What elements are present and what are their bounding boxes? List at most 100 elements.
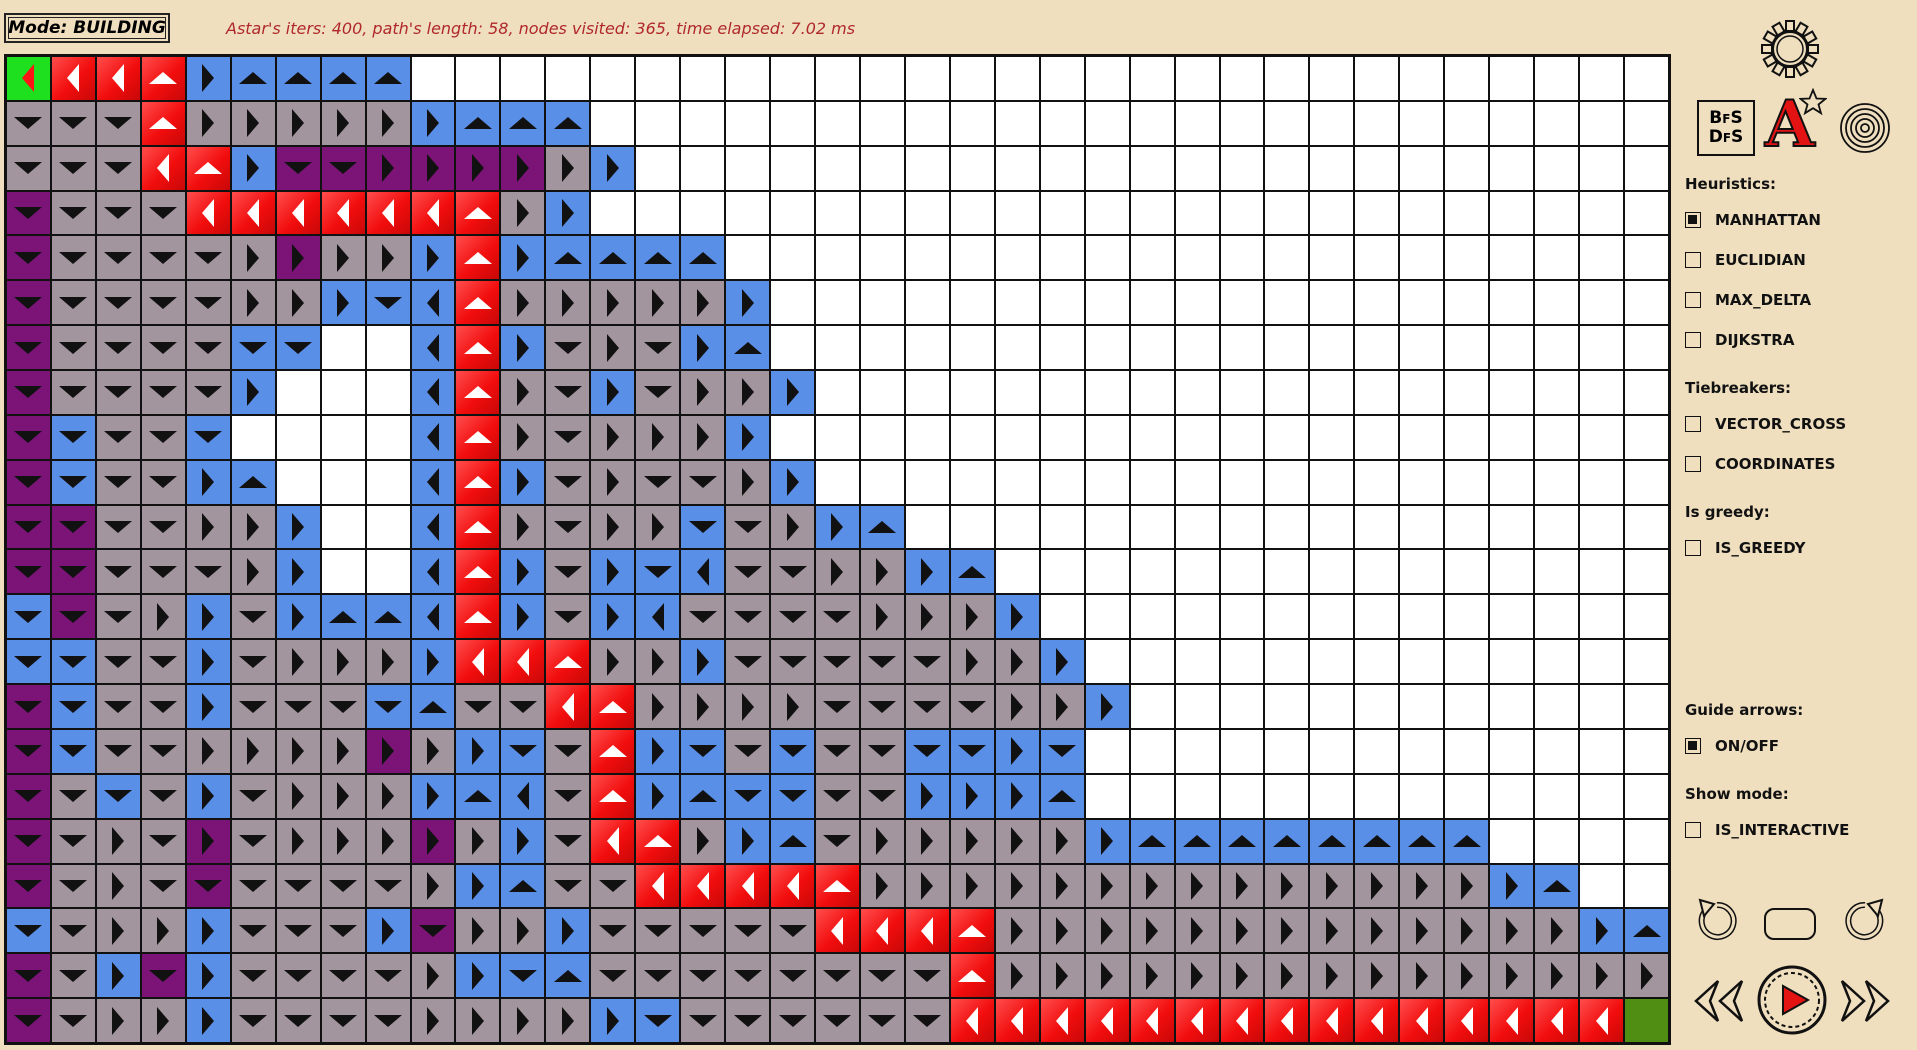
grid-cell-empty[interactable] bbox=[1084, 325, 1130, 371]
grid-cell-empty[interactable] bbox=[1444, 728, 1490, 774]
grid-cell-empty[interactable] bbox=[1219, 728, 1265, 774]
grid-cell-path[interactable] bbox=[455, 549, 501, 595]
grid-cell-frontier[interactable] bbox=[185, 998, 231, 1043]
grid-cell-visited[interactable] bbox=[1579, 953, 1625, 999]
checkbox-manhattan[interactable] bbox=[1685, 212, 1701, 228]
grid-cell-visited[interactable] bbox=[230, 998, 276, 1043]
grid-cell-empty[interactable] bbox=[1534, 728, 1580, 774]
grid-cell-path[interactable] bbox=[140, 56, 186, 101]
grid-cell-empty[interactable] bbox=[1129, 728, 1175, 774]
grid-cell-empty[interactable] bbox=[1579, 684, 1625, 729]
grid-cell-empty[interactable] bbox=[1174, 145, 1220, 191]
grid-cell-visited[interactable] bbox=[1534, 953, 1580, 999]
grid-cell-visited[interactable] bbox=[859, 773, 905, 819]
grid-cell-empty[interactable] bbox=[949, 504, 995, 550]
grid-cell-visited[interactable] bbox=[680, 594, 726, 640]
grid-cell-end[interactable] bbox=[1624, 998, 1669, 1043]
grid-cell-path[interactable] bbox=[230, 190, 276, 236]
grid-cell-visited[interactable] bbox=[770, 549, 816, 595]
grid-cell-empty[interactable] bbox=[1084, 594, 1130, 640]
grid-cell-visited[interactable] bbox=[904, 818, 950, 864]
grid-cell-empty[interactable] bbox=[1084, 370, 1130, 415]
grid-cell-empty[interactable] bbox=[1354, 684, 1400, 729]
wave-icon[interactable] bbox=[1839, 102, 1891, 154]
grid-cell-visited[interactable] bbox=[545, 370, 591, 415]
grid-cell-empty[interactable] bbox=[1219, 325, 1265, 371]
grid-cell-visited[interactable] bbox=[95, 145, 141, 191]
grid-cell-empty[interactable] bbox=[1399, 56, 1445, 101]
grid-cell-visited[interactable] bbox=[95, 504, 141, 550]
grid-cell-empty[interactable] bbox=[859, 325, 905, 371]
grid-cell-visited[interactable] bbox=[320, 639, 366, 685]
grid-cell-empty[interactable] bbox=[1084, 504, 1130, 550]
grid-cell-visited[interactable] bbox=[680, 818, 726, 864]
grid-cell-path[interactable] bbox=[590, 684, 636, 729]
grid-cell-path[interactable] bbox=[1039, 998, 1085, 1043]
grid-cell-empty[interactable] bbox=[1039, 414, 1085, 460]
grid-cell-empty[interactable] bbox=[1309, 504, 1355, 550]
grid-cell-frontier[interactable] bbox=[725, 325, 771, 371]
grid-cell-visited[interactable] bbox=[95, 818, 141, 864]
grid-cell-empty[interactable] bbox=[1489, 684, 1535, 729]
grid-cell-empty[interactable] bbox=[1084, 235, 1130, 281]
grid-cell-empty[interactable] bbox=[1309, 280, 1355, 326]
grid-cell-empty[interactable] bbox=[859, 56, 905, 101]
grid-cell-visited[interactable] bbox=[1039, 863, 1085, 909]
grid-cell-empty[interactable] bbox=[1039, 594, 1085, 640]
grid-cell-path[interactable] bbox=[1084, 998, 1130, 1043]
grid-cell-visited[interactable] bbox=[1399, 908, 1445, 954]
grid-cell-visited[interactable] bbox=[1084, 953, 1130, 999]
grid-cell-visited[interactable] bbox=[545, 728, 591, 774]
grid-cell-path[interactable] bbox=[635, 818, 681, 864]
grid-cell-visited[interactable] bbox=[50, 280, 96, 326]
grid-cell-visited[interactable] bbox=[275, 684, 321, 729]
heuristic-manhattan[interactable]: MANHATTAN bbox=[1685, 211, 1821, 229]
grid-cell-visited[interactable] bbox=[1489, 953, 1535, 999]
grid-cell-dark[interactable] bbox=[50, 594, 96, 640]
grid-cell-empty[interactable] bbox=[1399, 145, 1445, 191]
grid-cell-empty[interactable] bbox=[1624, 773, 1669, 819]
grid-cell-empty[interactable] bbox=[1354, 459, 1400, 505]
grid-cell-frontier[interactable] bbox=[859, 504, 905, 550]
grid-cell-visited[interactable] bbox=[365, 863, 411, 909]
grid-cell-empty[interactable] bbox=[1444, 370, 1490, 415]
grid-cell-frontier[interactable] bbox=[410, 549, 456, 595]
grid-cell-visited[interactable] bbox=[95, 863, 141, 909]
grid-cell-empty[interactable] bbox=[1219, 370, 1265, 415]
grid-cell-empty[interactable] bbox=[1579, 818, 1625, 864]
grid-cell-empty[interactable] bbox=[994, 459, 1040, 505]
grid-cell-visited[interactable] bbox=[994, 953, 1040, 999]
grid-cell-frontier[interactable] bbox=[455, 773, 501, 819]
grid-cell-visited[interactable] bbox=[725, 504, 771, 550]
grid-cell-frontier[interactable] bbox=[320, 594, 366, 640]
grid-cell-empty[interactable] bbox=[275, 414, 321, 460]
grid-cell-path[interactable] bbox=[95, 56, 141, 101]
grid-cell-visited[interactable] bbox=[545, 998, 591, 1043]
grid-cell-frontier[interactable] bbox=[185, 908, 231, 954]
grid-cell-empty[interactable] bbox=[1084, 414, 1130, 460]
grid-cell-empty[interactable] bbox=[1624, 549, 1669, 595]
option-is-interactive[interactable]: IS_INTERACTIVE bbox=[1685, 821, 1849, 839]
grid-cell-empty[interactable] bbox=[1444, 459, 1490, 505]
grid-cell-frontier[interactable] bbox=[680, 549, 726, 595]
grid-cell-empty[interactable] bbox=[230, 414, 276, 460]
grid-cell-path[interactable] bbox=[1129, 998, 1175, 1043]
grid-cell-empty[interactable] bbox=[1309, 639, 1355, 685]
grid-cell-frontier[interactable] bbox=[6, 639, 51, 685]
grid-cell-empty[interactable] bbox=[1129, 56, 1175, 101]
grid-cell-empty[interactable] bbox=[994, 56, 1040, 101]
grid-cell-visited[interactable] bbox=[455, 998, 501, 1043]
grid-cell-empty[interactable] bbox=[1399, 280, 1445, 326]
grid-cell-empty[interactable] bbox=[1129, 549, 1175, 595]
grid-cell-start[interactable] bbox=[6, 56, 51, 101]
grid-cell-visited[interactable] bbox=[770, 998, 816, 1043]
grid-cell-visited[interactable] bbox=[1219, 953, 1265, 999]
grid-cell-path[interactable] bbox=[275, 190, 321, 236]
grid-cell-visited[interactable] bbox=[725, 639, 771, 685]
grid-cell-frontier[interactable] bbox=[275, 56, 321, 101]
grid-cell-empty[interactable] bbox=[365, 370, 411, 415]
grid-cell-empty[interactable] bbox=[365, 549, 411, 595]
grid-cell-visited[interactable] bbox=[140, 280, 186, 326]
grid-cell-frontier[interactable] bbox=[770, 728, 816, 774]
grid-cell-visited[interactable] bbox=[1264, 953, 1310, 999]
